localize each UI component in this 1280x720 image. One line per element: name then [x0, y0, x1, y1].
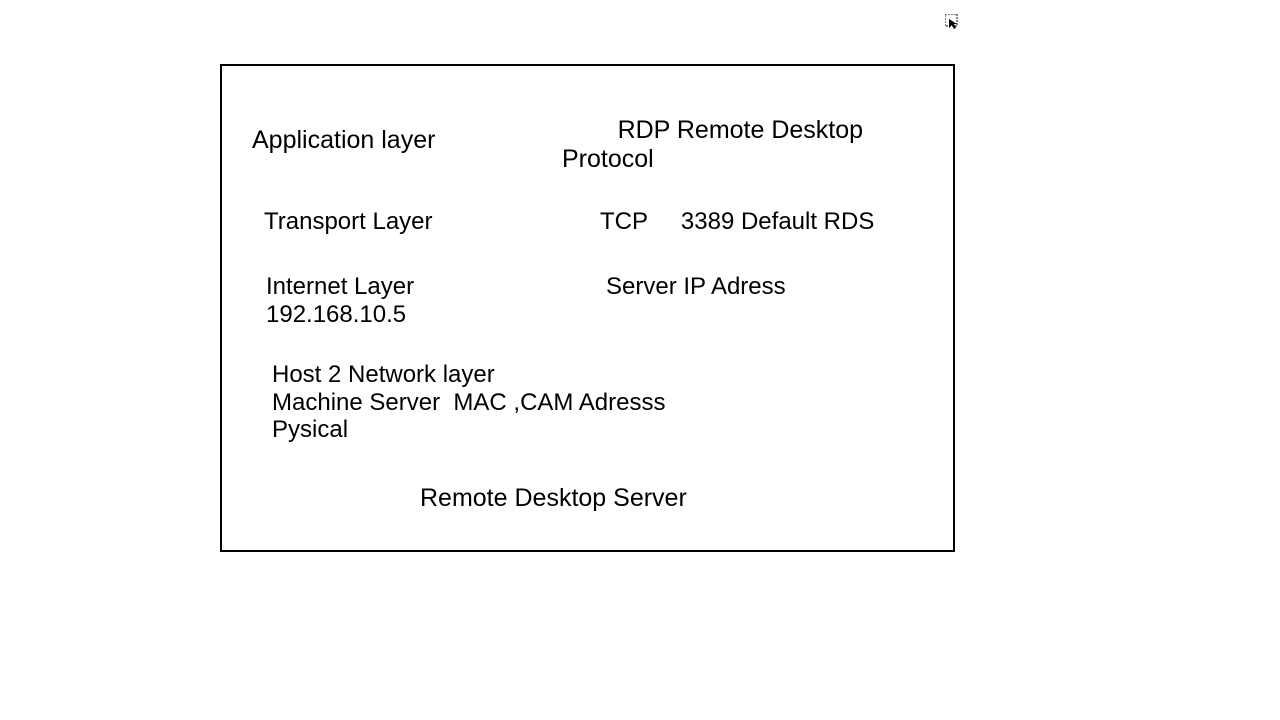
internet-layer-ip: 192.168.10.5: [266, 301, 406, 329]
diagram-footer-title: Remote Desktop Server: [420, 484, 687, 513]
application-layer-protocol: RDP Remote Desktop Protocol: [562, 116, 912, 174]
network-layers-diagram: Application layer RDP Remote Desktop Pro…: [220, 64, 955, 552]
transport-layer-protocol: TCP 3389 Default RDS: [600, 208, 874, 236]
internet-layer-label: Internet Layer: [266, 273, 414, 301]
internet-layer-detail: Server IP Adress: [606, 273, 786, 301]
application-layer-label: Application layer: [252, 126, 435, 155]
host-to-network-layer-label: Host 2 Network layer Machine Server MAC …: [272, 361, 672, 444]
cursor-select-icon: [945, 14, 959, 30]
transport-layer-label: Transport Layer: [264, 208, 433, 236]
